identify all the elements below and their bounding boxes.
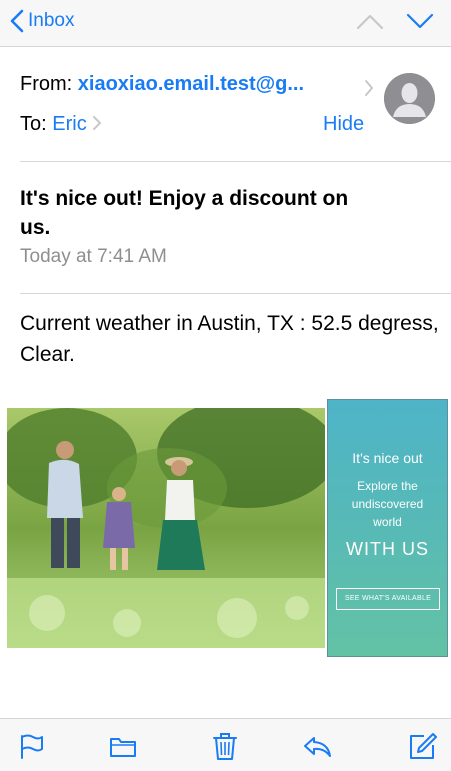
trash-icon[interactable]: [210, 731, 240, 761]
ad-headline: It's nice out: [352, 450, 423, 466]
to-row: To: Eric: [20, 113, 102, 136]
chevron-right-icon: [93, 116, 102, 130]
ad-subtext: Explore the undiscovered world: [351, 479, 424, 529]
flag-icon[interactable]: [16, 731, 46, 761]
from-address[interactable]: xiaoxiao.email.test@g...: [78, 73, 304, 95]
hide-details-button[interactable]: Hide: [323, 113, 364, 136]
subject-divider: [20, 293, 451, 294]
navigation-bar: Inbox: [0, 0, 451, 47]
bottom-toolbar: [0, 718, 451, 771]
to-recipient[interactable]: Eric: [52, 113, 86, 135]
message-subject: It's nice out! Enjoy a discount on us.: [20, 187, 349, 239]
chevron-left-icon: [10, 9, 24, 33]
back-label: Inbox: [28, 10, 75, 31]
header-divider: [20, 161, 451, 162]
avatar[interactable]: [384, 73, 435, 124]
from-row: From: xiaoxiao.email.test@g...: [20, 73, 304, 96]
to-label: To:: [20, 113, 47, 135]
chevron-down-icon[interactable]: [406, 10, 434, 32]
avatar-icon: [384, 73, 435, 124]
from-label: From:: [20, 73, 73, 95]
chevron-right-icon[interactable]: [364, 79, 374, 97]
ad-tagline: WITH US: [346, 539, 429, 559]
banner-photo: [7, 408, 325, 648]
folder-icon[interactable]: [108, 731, 138, 761]
see-whats-available-button[interactable]: SEE WHAT'S AVAILABLE: [336, 588, 440, 610]
reply-icon[interactable]: [302, 731, 332, 761]
ad-banner[interactable]: It's nice out Explore the undiscovered w…: [327, 399, 448, 657]
compose-icon[interactable]: [407, 731, 437, 761]
back-to-inbox-button[interactable]: Inbox: [10, 9, 74, 33]
message-date: Today at 7:41 AM: [20, 246, 167, 267]
message-body: Current weather in Austin, TX : 52.5 deg…: [20, 312, 439, 366]
chevron-up-icon[interactable]: [356, 10, 384, 32]
